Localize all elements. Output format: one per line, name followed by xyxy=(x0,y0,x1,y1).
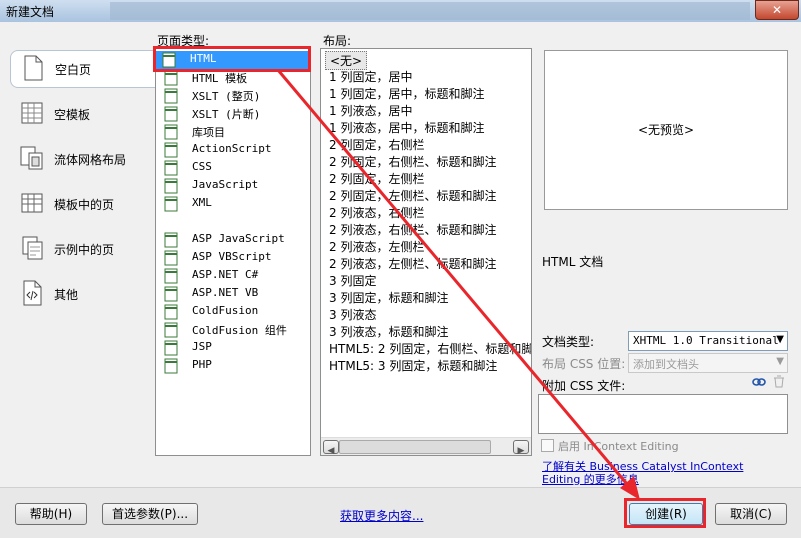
annotation-arrow xyxy=(276,69,640,500)
